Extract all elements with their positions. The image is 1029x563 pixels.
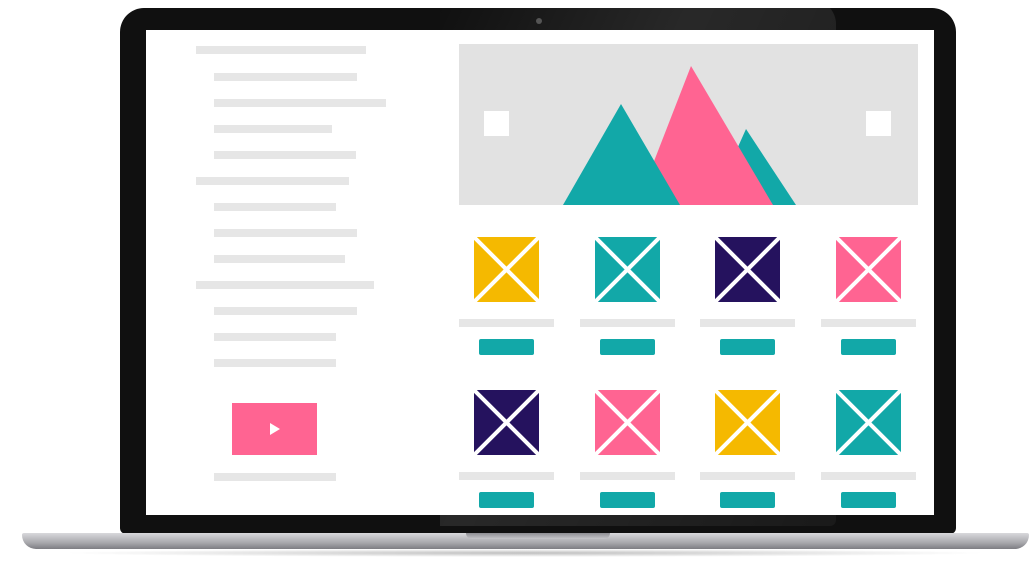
product-image-icon[interactable]: [836, 237, 901, 302]
text-line: [214, 229, 357, 237]
text-line-heading: [196, 177, 349, 185]
product-action-button[interactable]: [600, 492, 655, 508]
product-title-placeholder: [821, 472, 916, 480]
webcam: [536, 18, 542, 24]
product-image-icon[interactable]: [474, 237, 539, 302]
text-line: [214, 359, 336, 367]
product-action-button[interactable]: [841, 492, 896, 508]
laptop-base-notch: [466, 533, 610, 539]
text-line: [214, 125, 332, 133]
product-image-icon[interactable]: [595, 237, 660, 302]
product-title-placeholder: [580, 319, 675, 327]
text-line: [214, 203, 336, 211]
product-image-icon[interactable]: [836, 390, 901, 455]
text-line: [214, 73, 357, 81]
product-image-icon[interactable]: [595, 390, 660, 455]
product-image-icon[interactable]: [715, 237, 780, 302]
mountain-image-icon: [563, 66, 796, 205]
product-action-button[interactable]: [600, 339, 655, 355]
text-line-heading: [196, 281, 374, 289]
text-line-heading: [196, 46, 366, 54]
hero-banner: [459, 44, 918, 205]
product-action-button[interactable]: [479, 339, 534, 355]
laptop-shadow: [60, 549, 990, 557]
text-line: [214, 255, 345, 263]
text-line: [214, 333, 336, 341]
product-title-placeholder: [459, 472, 554, 480]
product-action-button[interactable]: [720, 492, 775, 508]
play-icon: [269, 423, 280, 435]
product-title-placeholder: [580, 472, 675, 480]
product-action-button[interactable]: [841, 339, 896, 355]
product-image-icon[interactable]: [474, 390, 539, 455]
product-title-placeholder: [821, 319, 916, 327]
product-action-button[interactable]: [479, 492, 534, 508]
text-line: [214, 151, 356, 159]
product-title-placeholder: [700, 319, 795, 327]
product-title-placeholder: [459, 319, 554, 327]
text-line: [214, 307, 357, 315]
laptop-screen: [146, 30, 934, 515]
product-title-placeholder: [700, 472, 795, 480]
product-image-icon[interactable]: [715, 390, 780, 455]
text-line: [214, 99, 386, 107]
product-action-button[interactable]: [720, 339, 775, 355]
video-play-button[interactable]: [232, 403, 317, 455]
video-caption-placeholder: [214, 473, 336, 481]
